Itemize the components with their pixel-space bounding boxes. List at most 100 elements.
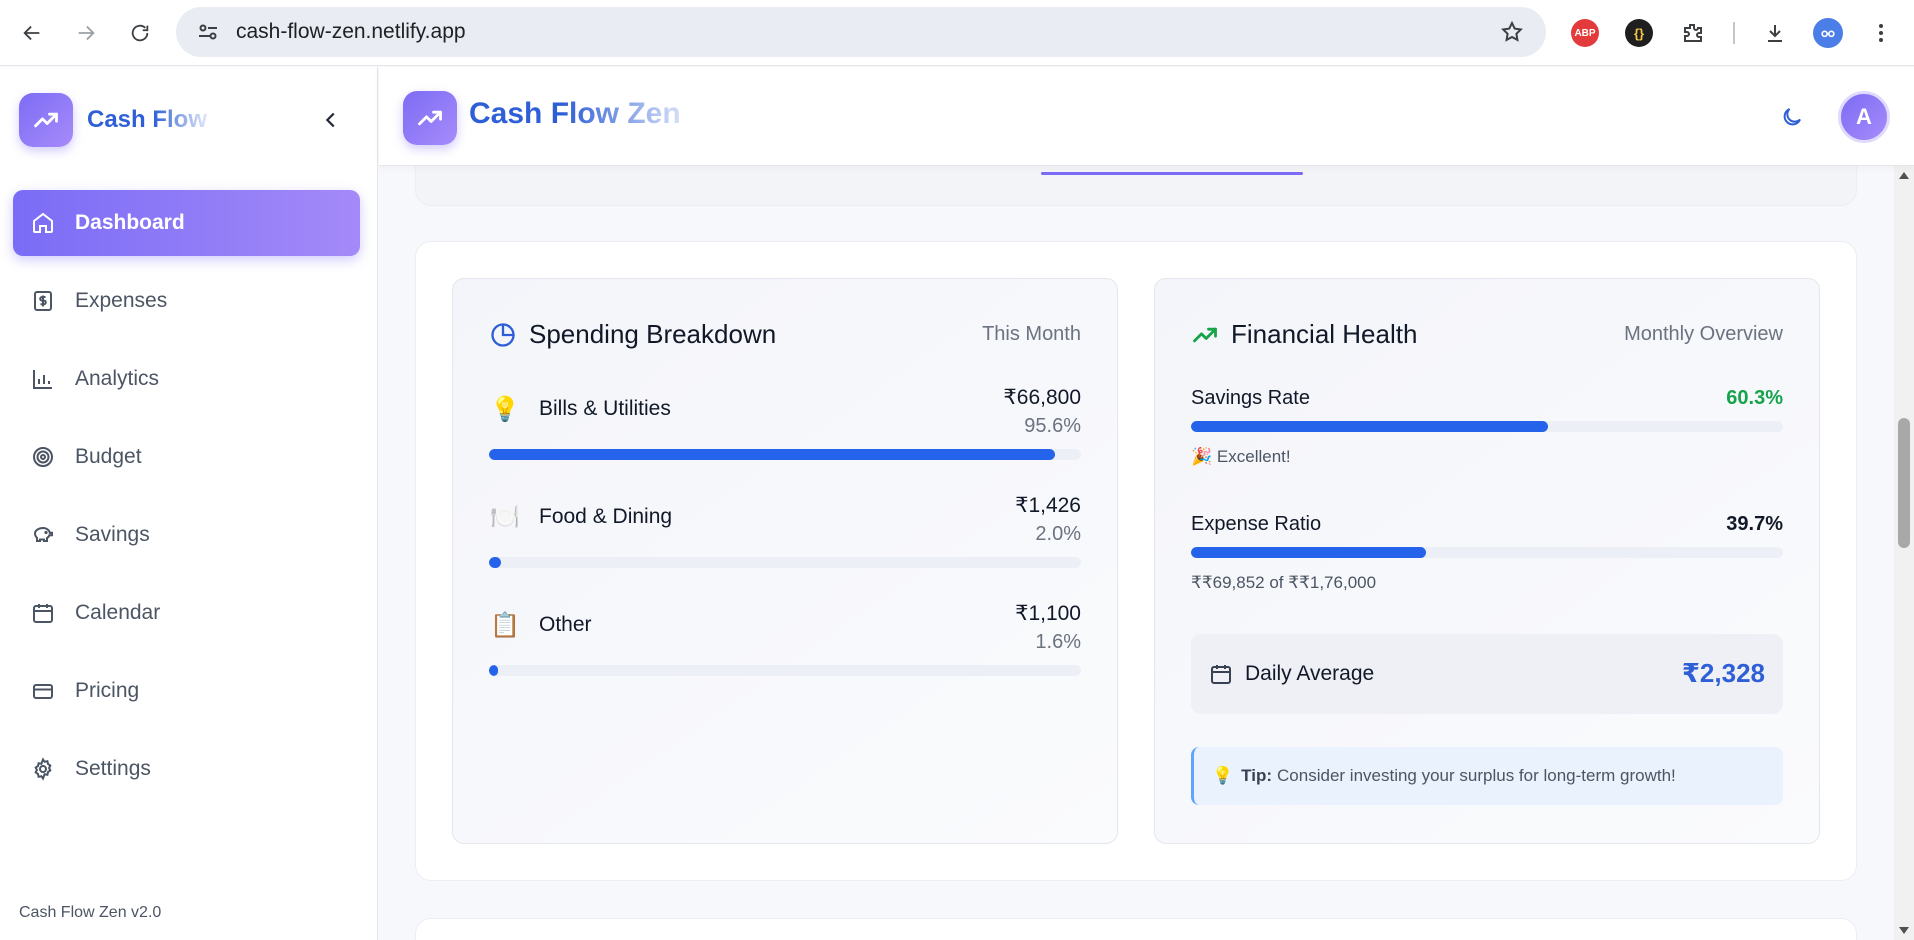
sidebar-item-savings[interactable]: Savings [13,502,360,568]
category-name: Bills & Utilities [539,397,671,420]
category-row[interactable]: 📋 Other ₹1,100 1.6% [489,601,1081,691]
category-progress-track [489,557,1081,568]
theme-toggle-button[interactable] [1777,102,1807,132]
reload-button[interactable] [118,11,162,55]
json-extension-icon[interactable]: {} [1625,19,1653,47]
sidebar-item-label: Pricing [75,679,140,702]
financial-health-card: Financial Health Monthly Overview Saving… [1154,278,1820,844]
tip-text: Consider investing your surplus for long… [1277,766,1676,785]
page-title: Cash Flow Zen [469,97,681,130]
next-section-card [415,918,1857,940]
category-row[interactable]: 💡 Bills & Utilities ₹66,800 95.6% [489,385,1081,475]
adblock-extension-icon[interactable]: ABP [1571,19,1599,47]
previous-section-card [415,166,1857,206]
sidebar-item-calendar[interactable]: Calendar [13,580,360,646]
sidebar-item-settings[interactable]: Settings [13,736,360,802]
clipboard-icon: 📋 [490,612,520,639]
sidebar-brand[interactable]: Cash Flow [19,93,207,147]
previous-section-accent [1041,172,1303,175]
sidebar-item-budget[interactable]: Budget [13,424,360,490]
expense-ratio-value: 39.7% [1726,513,1783,535]
page-scrollbar[interactable] [1894,166,1914,940]
trending-up-icon [1193,327,1217,342]
insights-section: Spending Breakdown This Month 💡 Bills & … [415,241,1857,881]
category-row[interactable]: 🍽️ Food & Dining ₹1,426 2.0% [489,493,1081,583]
expense-ratio-note: ₹₹69,852 of ₹₹1,76,000 [1191,573,1377,592]
forward-button[interactable] [64,11,108,55]
sidebar-item-label: Calendar [75,601,161,624]
sidebar-item-label: Savings [75,523,150,546]
sidebar-item-label: Budget [75,445,142,468]
calendar-icon [33,604,53,623]
sidebar-brand-name: Cash Flow [87,106,207,133]
spending-breakdown-title: Spending Breakdown [529,319,777,349]
sidebar-item-dashboard[interactable]: Dashboard [13,190,360,256]
pie-chart-icon [491,322,515,347]
bookmark-star-icon[interactable] [1500,20,1524,44]
browser-menu-icon[interactable] [1867,19,1895,47]
category-percent: 95.6% [1024,415,1081,437]
sidebar-item-label: Dashboard [75,211,185,234]
daily-average-label: Daily Average [1245,662,1375,685]
home-icon [33,212,53,233]
category-progress-track [489,449,1081,460]
financial-health-title: Financial Health [1231,319,1418,349]
savings-rate-track [1191,421,1783,432]
chevron-left-icon [325,112,335,128]
category-progress-track [489,665,1081,676]
scroll-up-arrow-icon[interactable] [1899,172,1909,179]
party-icon: 🎉 [1191,447,1213,466]
moon-icon [1783,108,1801,126]
category-percent: 2.0% [1035,523,1081,545]
json-label: {} [1633,25,1645,41]
main-content: Spending Breakdown This Month 💡 Bills & … [379,166,1894,940]
tip-box: 💡 Tip: Consider investing your surplus f… [1191,747,1783,805]
category-progress-fill [489,665,499,676]
scroll-down-arrow-icon[interactable] [1899,927,1909,934]
category-amount: ₹1,426 [1015,494,1081,517]
tip-label: Tip: [1241,766,1273,785]
lightbulb-icon: 💡 [1212,766,1234,785]
browser-toolbar: cash-flow-zen.netlify.app ABP {} [0,0,1914,66]
expense-ratio-label: Expense Ratio [1191,513,1322,535]
lightbulb-icon: 💡 [490,396,520,423]
site-settings-icon[interactable] [196,20,220,44]
sidebar-item-label: Expenses [75,289,168,312]
app-header: Cash Flow Zen A [379,67,1914,166]
download-icon[interactable] [1761,19,1789,47]
savings-rate-value: 60.3% [1726,387,1783,409]
app-version: Cash Flow Zen v2.0 [19,904,162,921]
extensions-puzzle-icon[interactable] [1679,19,1707,47]
sidebar-item-expenses[interactable]: Expenses [13,268,360,334]
arrow-right-icon [78,25,95,40]
collapse-sidebar-button[interactable] [316,105,346,135]
avatar-initial: A [1856,104,1872,129]
sidebar-item-label: Settings [75,757,151,780]
piggy-bank-icon [33,526,53,542]
financial-health-period: Monthly Overview [1624,323,1783,345]
back-button[interactable] [10,11,54,55]
expense-ratio-fill [1191,547,1427,558]
address-bar[interactable]: cash-flow-zen.netlify.app [176,7,1546,57]
category-progress-fill [489,449,1055,460]
sidebar-item-analytics[interactable]: Analytics [13,346,360,412]
plate-icon: 🍽️ [490,504,520,531]
calendar-icon [1211,665,1231,684]
spending-breakdown-card: Spending Breakdown This Month 💡 Bills & … [452,278,1118,844]
spending-period: This Month [982,323,1081,345]
target-icon [33,447,53,467]
savings-rate-note-text: Excellent! [1216,447,1291,466]
user-avatar[interactable]: A [1838,91,1890,143]
sidebar-item-pricing[interactable]: Pricing [13,658,360,724]
trending-up-logo-icon[interactable] [403,91,457,145]
adblock-label: ABP [1574,27,1596,39]
category-name: Food & Dining [539,505,673,528]
browser-profile-avatar[interactable] [1813,18,1843,48]
trending-up-logo-icon [19,93,73,147]
scrollbar-thumb[interactable] [1898,418,1910,548]
category-percent: 1.6% [1035,631,1081,653]
reload-icon [131,24,149,41]
financial-health-header: Financial Health Monthly Overview [1191,319,1783,350]
credit-card-icon [33,684,53,699]
category-amount: ₹66,800 [1003,386,1081,409]
